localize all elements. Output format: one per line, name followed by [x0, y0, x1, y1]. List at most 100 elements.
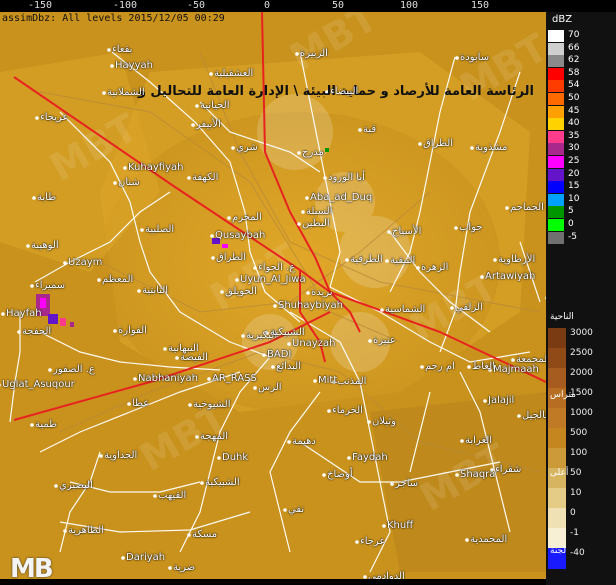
place-label: ضرية — [173, 562, 196, 573]
place-marker — [322, 473, 326, 477]
elevation-caption: لجنة — [550, 546, 567, 556]
place-label: المخرم — [232, 212, 262, 223]
place-marker — [287, 342, 291, 346]
legend-value: 50 — [568, 93, 580, 103]
place-label: Jalajil — [488, 395, 515, 406]
place-marker — [63, 261, 67, 265]
place-label: الجداوية — [104, 450, 138, 461]
place-marker — [387, 230, 391, 234]
place-marker — [107, 48, 111, 52]
place-label: السبلة — [306, 206, 333, 217]
place-label: Unayzah — [292, 338, 336, 349]
place-label: البيضاء — [330, 86, 359, 97]
place-label: الشيوخية — [193, 399, 231, 410]
place-label: Nabhaniyah — [138, 373, 198, 384]
place-marker — [306, 291, 310, 295]
place-marker — [368, 339, 372, 343]
place-label: الأرطاوية — [498, 254, 536, 265]
place-label: الشبيكية — [205, 477, 240, 488]
legend-swatch — [548, 181, 564, 194]
place-label: الغاط — [472, 361, 495, 372]
place-label: الفيضة — [180, 352, 208, 363]
legend-swatch — [548, 168, 564, 181]
place-marker — [207, 377, 211, 381]
place-marker — [382, 524, 386, 528]
elevation-value: 2000 — [570, 368, 593, 378]
axis-tick: 100 — [399, 0, 419, 11]
elevation-value: 100 — [570, 448, 588, 458]
place-label: المذنب — [337, 376, 367, 387]
place-marker — [262, 353, 266, 357]
place-label: Artawiyah — [485, 271, 536, 282]
place-marker — [123, 166, 127, 170]
place-label: الجماجم — [510, 202, 544, 213]
place-marker — [327, 409, 331, 413]
place-marker — [347, 456, 351, 460]
place-label: الأسياح — [392, 226, 422, 237]
radar-window: -150 -100 -50 0 50 100 150 MBT MBT MBT M… — [0, 0, 616, 585]
place-marker — [227, 216, 231, 220]
place-marker — [297, 151, 301, 155]
place-marker — [210, 234, 214, 238]
place-marker — [48, 368, 52, 372]
place-marker — [195, 104, 199, 108]
axis-tick: -100 — [112, 0, 138, 11]
place-label: قبة — [363, 124, 377, 135]
place-label: عريجاء — [40, 112, 69, 123]
radar-map[interactable]: MBT MBT MBT MBT MBT MBT MBT assimDbz: Al… — [0, 12, 546, 579]
place-marker — [241, 334, 245, 338]
place-label: الزبيرة — [300, 48, 328, 59]
legend-value: 45 — [568, 105, 580, 116]
place-label: دهيمة — [292, 436, 316, 447]
legend-swatch — [548, 130, 564, 143]
place-marker — [175, 356, 179, 360]
legend-value: -5 — [568, 231, 577, 242]
place-marker — [511, 358, 515, 362]
place-marker — [305, 196, 309, 200]
place-marker — [505, 206, 509, 210]
place-label: Kuhayfiyah — [128, 162, 184, 173]
place-marker — [113, 329, 117, 333]
elevation-value: 1000 — [570, 408, 593, 418]
legend-value: 5 — [568, 206, 574, 217]
place-label: الثابتية — [142, 285, 169, 296]
place-marker — [416, 266, 420, 270]
elevation-swatch — [548, 348, 566, 369]
place-marker — [191, 123, 195, 127]
place-marker — [517, 414, 521, 418]
place-label: أبا الورود — [328, 172, 365, 183]
elevation-value: 10 — [570, 488, 582, 498]
place-label: عنيزة — [373, 335, 396, 346]
place-label: مشذوبة — [475, 142, 508, 153]
place-label: الرس — [258, 382, 282, 393]
place-marker — [493, 258, 497, 262]
place-label: Shuhaybiyah — [278, 300, 343, 311]
place-label: الحيانية — [200, 100, 230, 111]
place-marker — [323, 176, 327, 180]
place-label: Hayyah — [115, 60, 153, 71]
elevation-value: 2500 — [570, 348, 593, 358]
legend-swatch — [548, 156, 564, 168]
elevation-value: -40 — [570, 548, 585, 558]
place-label: العشقيلية — [214, 68, 254, 79]
elevation-swatch — [548, 368, 566, 389]
place-label: المحمدية — [470, 534, 508, 545]
legend-swatch — [548, 105, 564, 118]
place-marker — [235, 278, 239, 282]
place-marker — [163, 347, 167, 351]
legend-swatch — [548, 80, 564, 93]
place-marker — [187, 533, 191, 537]
place-marker — [102, 91, 106, 95]
place-label: حالجيل — [522, 410, 546, 421]
place-marker — [220, 290, 224, 294]
axis-tick: -50 — [186, 0, 206, 11]
place-marker — [110, 64, 114, 68]
place-label: Khuff — [387, 520, 414, 531]
place-label: الغرابة — [465, 435, 493, 446]
place-marker — [54, 484, 58, 488]
place-label: Qusaybah — [215, 230, 266, 241]
place-label: ع. الصفور — [53, 364, 95, 375]
place-marker — [153, 494, 157, 498]
legend-value: 40 — [568, 118, 580, 129]
place-label: الصلبية — [145, 224, 175, 235]
